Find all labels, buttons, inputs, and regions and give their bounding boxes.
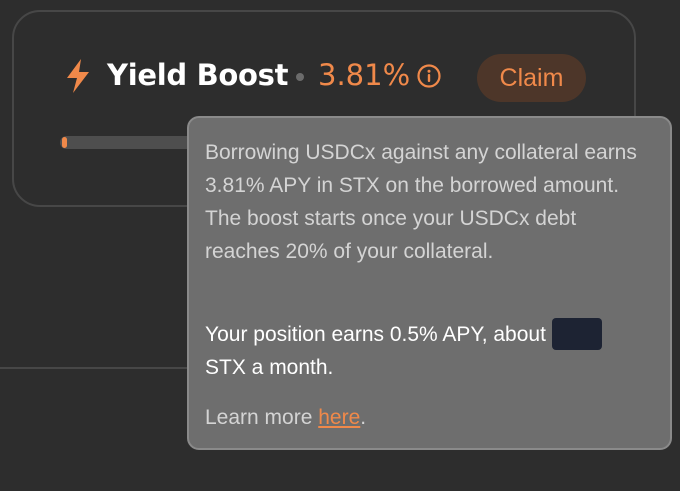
learn-more-suffix: . — [360, 406, 367, 429]
divider — [0, 367, 190, 369]
boost-rate: 3.81% — [318, 58, 411, 92]
card-title: Yield Boost — [107, 58, 289, 92]
separator-dot — [296, 73, 304, 81]
claim-button[interactable]: Claim — [477, 54, 586, 102]
learn-more-prefix: Learn more — [205, 406, 319, 429]
earnings-text: Your position earns 0.5% APY, about — [205, 323, 546, 346]
earnings-unit-text: STX a month. — [205, 356, 334, 379]
yield-boost-tooltip: Borrowing USDCx against any collateral e… — [187, 116, 672, 450]
boost-progress-bar — [60, 136, 195, 149]
info-icon[interactable] — [417, 64, 441, 88]
page: Yield Boost 3.81% Claim Borrowing USDCx … — [0, 0, 680, 491]
learn-more-link[interactable]: here — [318, 406, 360, 429]
tooltip-learn-more: Learn more here. — [205, 401, 656, 434]
boost-progress-fill — [62, 137, 67, 148]
tooltip-description: Borrowing USDCx against any collateral e… — [205, 141, 637, 263]
redacted-amount — [551, 318, 602, 350]
tooltip-position-earnings: Your position earns 0.5% APY, about STX … — [205, 318, 656, 384]
lightning-bolt-icon — [67, 59, 89, 93]
